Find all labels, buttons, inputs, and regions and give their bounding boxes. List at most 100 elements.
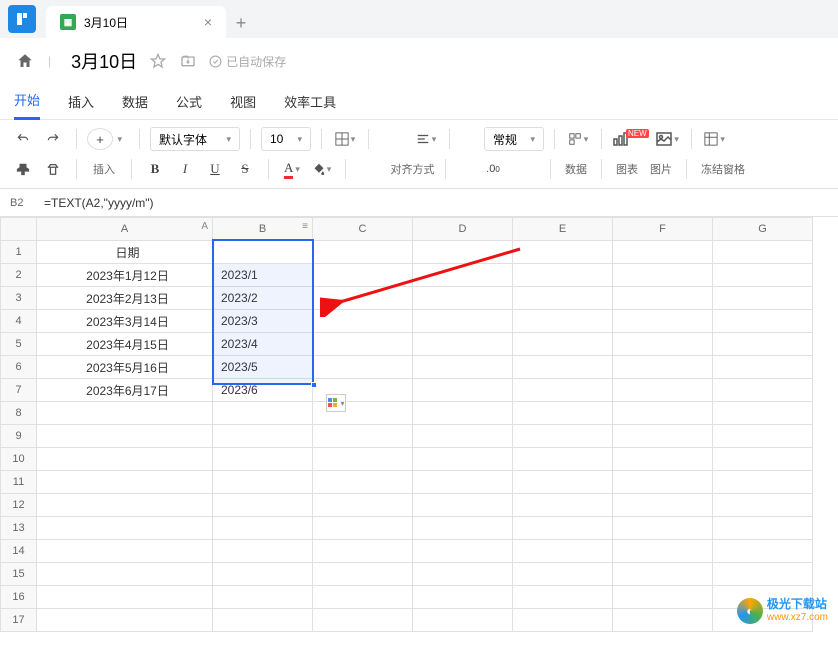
cell-F11[interactable] <box>613 471 713 494</box>
borders-button[interactable]: ▾ <box>332 127 358 151</box>
chart-button[interactable]: NEW <box>612 127 651 151</box>
row-header-11[interactable]: 11 <box>1 471 37 494</box>
strikethrough-button[interactable]: S <box>232 157 258 181</box>
cell-E13[interactable] <box>513 517 613 540</box>
cell-G9[interactable] <box>713 425 813 448</box>
cell-C9[interactable] <box>313 425 413 448</box>
row-header-17[interactable]: 17 <box>1 609 37 632</box>
cell-D15[interactable] <box>413 563 513 586</box>
format-painter-button[interactable] <box>10 157 36 181</box>
italic-button[interactable]: I <box>172 157 198 181</box>
cell-D3[interactable] <box>413 287 513 310</box>
cell-F13[interactable] <box>613 517 713 540</box>
cell-A9[interactable] <box>37 425 213 448</box>
cell-D13[interactable] <box>413 517 513 540</box>
align-button[interactable]: ▾ <box>413 127 439 151</box>
decimal-button[interactable]: .00 <box>480 157 506 181</box>
cell-A6[interactable]: 2023年5月16日 <box>37 356 213 379</box>
cell-A11[interactable] <box>37 471 213 494</box>
cell-B7[interactable]: 2023/6 <box>213 379 313 402</box>
cell-G6[interactable] <box>713 356 813 379</box>
cell-B10[interactable] <box>213 448 313 471</box>
cell-A7[interactable]: 2023年6月17日 <box>37 379 213 402</box>
cell-A8[interactable] <box>37 402 213 425</box>
cell-F5[interactable] <box>613 333 713 356</box>
formula-input[interactable]: =TEXT(A2,"yyyy/m") <box>36 196 838 210</box>
cell-G13[interactable] <box>713 517 813 540</box>
cell-F12[interactable] <box>613 494 713 517</box>
row-header-4[interactable]: 4 <box>1 310 37 333</box>
cell-E17[interactable] <box>513 609 613 632</box>
fill-color-button[interactable]: ▾ <box>309 157 335 181</box>
cell-D4[interactable] <box>413 310 513 333</box>
cell-D7[interactable] <box>413 379 513 402</box>
cell-reference[interactable]: B2 <box>0 197 36 209</box>
cell-G2[interactable] <box>713 264 813 287</box>
move-folder-icon[interactable] <box>179 52 197 70</box>
cell-B12[interactable] <box>213 494 313 517</box>
cell-E16[interactable] <box>513 586 613 609</box>
cell-E14[interactable] <box>513 540 613 563</box>
cell-E12[interactable] <box>513 494 613 517</box>
cell-D14[interactable] <box>413 540 513 563</box>
cell-B1[interactable] <box>213 241 313 264</box>
cell-E4[interactable] <box>513 310 613 333</box>
autofill-options-button[interactable]: ▾ <box>326 394 346 412</box>
cell-B6[interactable]: 2023/5 <box>213 356 313 379</box>
cell-B14[interactable] <box>213 540 313 563</box>
cell-A13[interactable] <box>37 517 213 540</box>
cell-F15[interactable] <box>613 563 713 586</box>
row-header-8[interactable]: 8 <box>1 402 37 425</box>
underline-button[interactable]: U <box>202 157 228 181</box>
cell-D9[interactable] <box>413 425 513 448</box>
cell-C10[interactable] <box>313 448 413 471</box>
redo-button[interactable] <box>40 127 66 151</box>
cell-A16[interactable] <box>37 586 213 609</box>
col-header-g[interactable]: G <box>713 218 813 241</box>
cell-E5[interactable] <box>513 333 613 356</box>
cell-D12[interactable] <box>413 494 513 517</box>
col-header-a[interactable]: AA <box>37 218 213 241</box>
select-all-corner[interactable] <box>1 218 37 241</box>
cell-B13[interactable] <box>213 517 313 540</box>
cell-G8[interactable] <box>713 402 813 425</box>
cell-F2[interactable] <box>613 264 713 287</box>
cell-A4[interactable]: 2023年3月14日 <box>37 310 213 333</box>
cell-B2[interactable]: 2023/1 <box>213 264 313 287</box>
cell-A1[interactable]: 日期 <box>37 241 213 264</box>
row-header-12[interactable]: 12 <box>1 494 37 517</box>
cell-D6[interactable] <box>413 356 513 379</box>
cell-G10[interactable] <box>713 448 813 471</box>
document-tab[interactable]: ▦ 3月10日 × <box>46 6 226 38</box>
cell-E6[interactable] <box>513 356 613 379</box>
menu-tools[interactable]: 效率工具 <box>284 86 336 117</box>
cell-C16[interactable] <box>313 586 413 609</box>
font-family-select[interactable]: 默认字体▾ <box>150 127 240 151</box>
cell-D2[interactable] <box>413 264 513 287</box>
cell-D11[interactable] <box>413 471 513 494</box>
cell-A5[interactable]: 2023年4月15日 <box>37 333 213 356</box>
cell-F4[interactable] <box>613 310 713 333</box>
cell-E11[interactable] <box>513 471 613 494</box>
cell-C15[interactable] <box>313 563 413 586</box>
cell-C12[interactable] <box>313 494 413 517</box>
cell-D17[interactable] <box>413 609 513 632</box>
menu-formula[interactable]: 公式 <box>176 86 202 117</box>
cell-G14[interactable] <box>713 540 813 563</box>
cell-C14[interactable] <box>313 540 413 563</box>
cell-A15[interactable] <box>37 563 213 586</box>
cell-C3[interactable] <box>313 287 413 310</box>
number-format-select[interactable]: 常规▾ <box>484 127 544 151</box>
cell-B8[interactable] <box>213 402 313 425</box>
freeze-button[interactable]: ▾ <box>702 127 728 151</box>
cell-E15[interactable] <box>513 563 613 586</box>
row-header-13[interactable]: 13 <box>1 517 37 540</box>
cell-A17[interactable] <box>37 609 213 632</box>
row-header-9[interactable]: 9 <box>1 425 37 448</box>
font-color-button[interactable]: A▾ <box>279 157 305 181</box>
cell-C1[interactable] <box>313 241 413 264</box>
cell-F9[interactable] <box>613 425 713 448</box>
row-header-10[interactable]: 10 <box>1 448 37 471</box>
cell-E10[interactable] <box>513 448 613 471</box>
cell-A2[interactable]: 2023年1月12日 <box>37 264 213 287</box>
